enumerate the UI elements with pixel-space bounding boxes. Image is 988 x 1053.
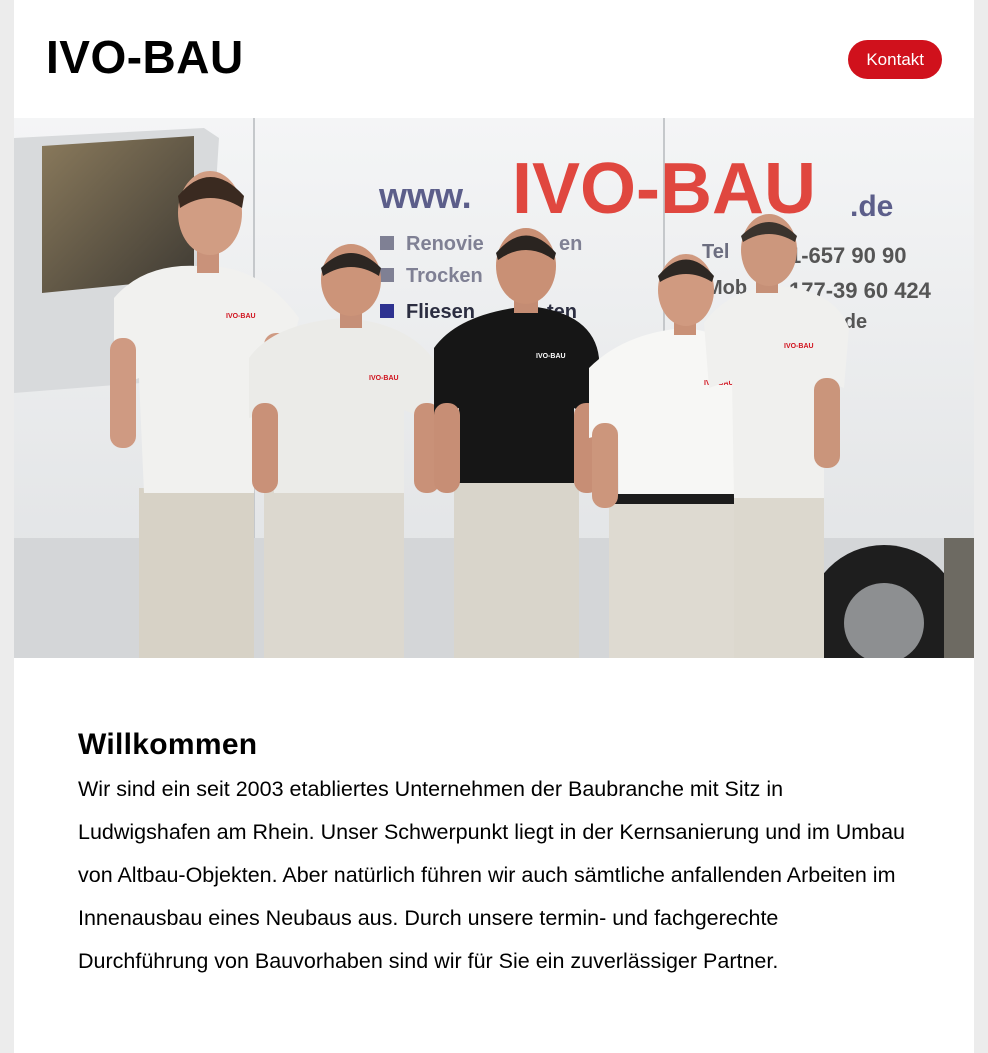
svg-text:IVO-BAU: IVO-BAU — [226, 313, 256, 320]
van-tel-number: 1-657 90 90 — [789, 243, 906, 268]
welcome-title: Willkommen — [78, 728, 258, 761]
svg-text:IVO-BAU: IVO-BAU — [369, 375, 399, 382]
van-service-3: Fliesen — [406, 301, 475, 323]
van-url-suffix: .de — [850, 190, 893, 223]
van-tel-label: Tel — [702, 241, 729, 263]
van-service-2: Trocken — [406, 265, 483, 287]
site-header: IVO-BAU Kontakt — [14, 0, 974, 118]
welcome-text: Wir sind ein seit 2003 etabliertes Unter… — [78, 777, 906, 973]
page: IVO-BAU Kontakt www. IVO-BAU .de Renovie… — [14, 0, 974, 1053]
svg-text:en: en — [559, 233, 582, 255]
welcome-section: Willkommen Wir sind ein seit 2003 etabli… — [78, 728, 908, 983]
van-service-1: Renovie — [406, 233, 484, 255]
site-logo[interactable]: IVO-BAU — [46, 30, 244, 84]
contact-button[interactable]: Kontakt — [848, 40, 942, 79]
van-url-prefix: www. — [378, 175, 472, 216]
svg-text:IVO-BAU: IVO-BAU — [536, 353, 566, 360]
hero-image: www. IVO-BAU .de Renovie en Trocken Flie… — [14, 118, 974, 658]
svg-text:IVO-BAU: IVO-BAU — [784, 343, 814, 350]
